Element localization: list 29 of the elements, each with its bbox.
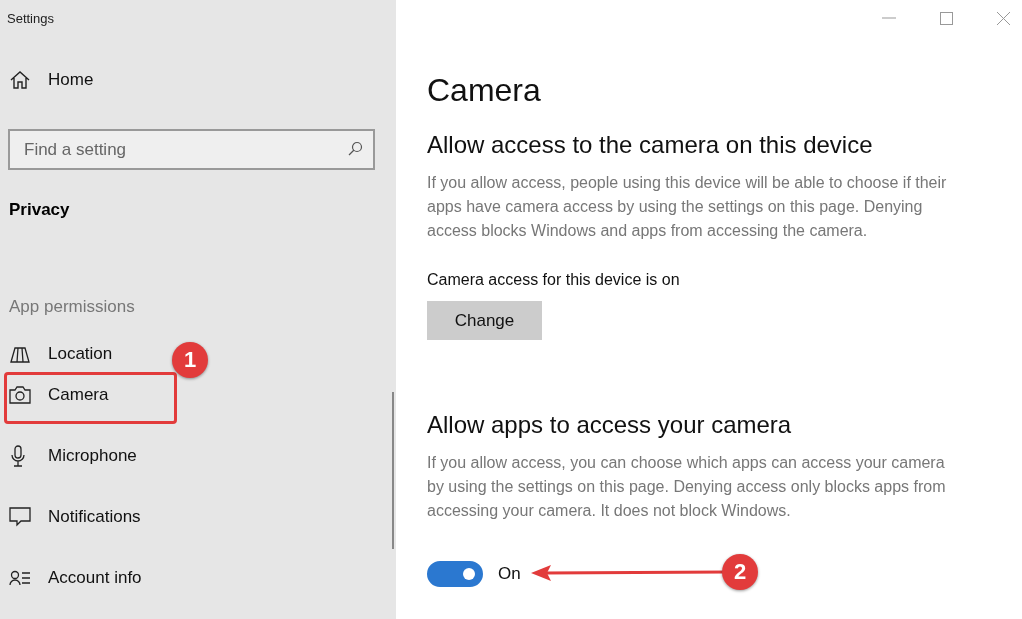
description-text: If you allow access, people using this device will be able to choose if their apps have camera access by using the settings on this page. Denying access blocks Windows and apps from accessing the camera. xyxy=(427,173,948,241)
toggle-switch[interactable] xyxy=(427,561,483,587)
microphone-icon xyxy=(9,444,27,467)
speech-bubble-icon xyxy=(9,506,31,527)
toggle-label: On xyxy=(498,564,521,584)
search-icon xyxy=(347,141,363,157)
scrollbar[interactable] xyxy=(392,392,394,549)
search-field[interactable]: Find a setting xyxy=(8,129,375,170)
change-button[interactable]: Change xyxy=(427,301,542,340)
section-heading: Privacy xyxy=(9,200,71,220)
maximize-icon[interactable] xyxy=(940,11,953,25)
close-icon[interactable] xyxy=(997,11,1010,25)
description-text: If you allow access, you can choose which apps can access your camera by using the settings on this page. Denying access only blocks apps from accessing your camera. It does not block Windows. xyxy=(427,453,947,521)
map-icon xyxy=(9,344,31,364)
section-heading: Allow apps to access your camera xyxy=(427,411,793,439)
home-link[interactable]: Home xyxy=(0,60,102,100)
nav-item[interactable]: Account info xyxy=(0,547,150,608)
group-label: App permissions xyxy=(9,297,136,317)
page-title: Camera xyxy=(427,72,542,110)
window-title: Settings xyxy=(6,10,55,28)
home-icon xyxy=(9,70,31,90)
camera-icon xyxy=(9,385,31,404)
nav-item[interactable]: Camera xyxy=(0,364,117,425)
section-heading: Allow access to the camera on this device xyxy=(427,131,874,159)
status-text: Camera access for this device is on xyxy=(427,271,681,289)
nav-item[interactable]: Location xyxy=(0,316,121,364)
nav-item[interactable]: Notifications xyxy=(0,486,149,547)
nav-item[interactable]: Microphone xyxy=(0,425,145,486)
contact-list-icon xyxy=(9,569,31,586)
